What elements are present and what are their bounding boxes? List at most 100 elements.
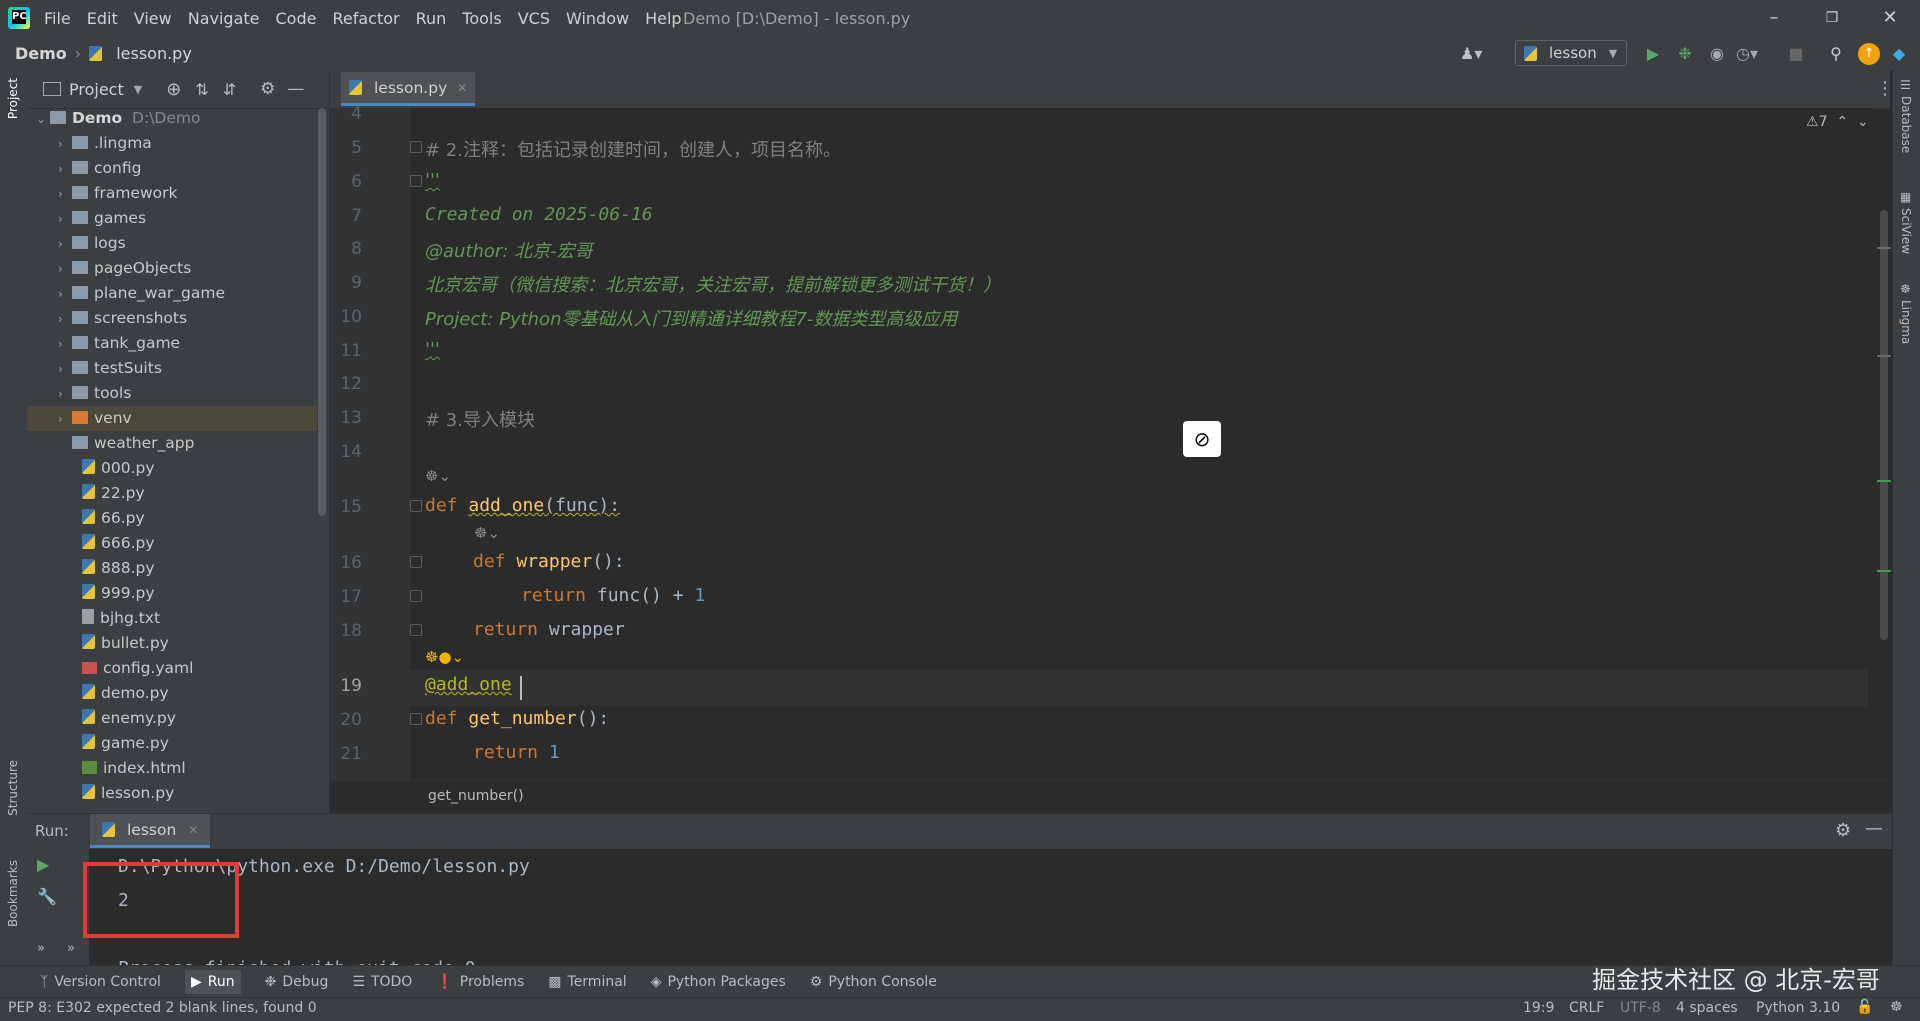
fold-marker[interactable] — [410, 624, 422, 636]
breadcrumb-project[interactable]: Demo — [15, 44, 67, 63]
side-tab-sciview[interactable]: SciView — [1899, 208, 1913, 254]
side-tab-lingma[interactable]: Lingma — [1899, 300, 1913, 344]
side-tab-project[interactable]: Project — [6, 78, 20, 119]
inspection-widget[interactable]: ⚠7 ⌃ ⌄ — [1806, 114, 1869, 130]
fold-marker[interactable] — [410, 590, 422, 602]
tree-file[interactable]: enemy.py — [82, 706, 176, 731]
tree-folder[interactable]: › logs — [58, 231, 126, 256]
editor-scrollbar[interactable] — [1880, 210, 1888, 640]
disable-icon[interactable]: ⊘ — [1183, 421, 1221, 457]
user-icon[interactable]: ♟▾ — [1460, 43, 1482, 65]
tree-folder[interactable]: › .lingma — [58, 131, 152, 156]
menu-help[interactable]: Help — [645, 9, 681, 28]
tree-file[interactable]: lesson.py — [82, 781, 174, 806]
tool-version-control[interactable]: ᛉ Version Control — [40, 974, 161, 990]
menu-view[interactable]: View — [134, 9, 172, 28]
lightbulb-icon[interactable]: ☸●⌄ — [425, 648, 464, 666]
tool-python-console[interactable]: ⚙ Python Console — [810, 974, 937, 990]
tree-file[interactable]: 000.py — [82, 456, 155, 481]
restore-icon[interactable]: ❐ — [1818, 6, 1846, 30]
gear-icon[interactable]: ⚙ — [260, 79, 275, 99]
coverage-icon[interactable]: ◉ — [1706, 43, 1728, 65]
expand-all-icon[interactable]: ⇅ — [195, 80, 208, 99]
fold-marker[interactable] — [410, 175, 422, 187]
menu-code[interactable]: Code — [276, 9, 317, 28]
chevron-down-icon[interactable]: ⌄ — [1857, 114, 1869, 130]
tree-folder[interactable]: › tank_game — [58, 331, 180, 356]
tree-folder-selected[interactable]: › venv — [27, 406, 317, 431]
tab-lesson-py[interactable]: lesson.py ✕ — [341, 72, 476, 106]
status-message[interactable]: PEP 8: E302 expected 2 blank lines, foun… — [8, 1000, 317, 1016]
tree-folder[interactable]: › pageObjects — [58, 256, 191, 281]
menu-file[interactable]: File — [44, 9, 71, 28]
breadcrumb-file[interactable]: lesson.py — [116, 44, 192, 63]
tree-file[interactable]: 22.py — [82, 481, 145, 506]
run-config-select[interactable]: lesson ▼ — [1515, 40, 1627, 66]
tree-folder[interactable]: › plane_war_game — [58, 281, 225, 306]
gear-icon[interactable]: ⚙ — [1835, 820, 1851, 841]
tree-file[interactable]: 999.py — [82, 581, 155, 606]
tree-file[interactable]: index.html — [82, 756, 186, 781]
status-interpreter[interactable]: Python 3.10 — [1756, 1000, 1840, 1016]
menu-window[interactable]: Window — [566, 9, 629, 28]
ai-hint-icon[interactable]: ☸⌄ — [425, 467, 451, 485]
collapse-all-icon[interactable]: ⇵ — [223, 80, 236, 99]
tree-folder[interactable]: › games — [58, 206, 146, 231]
menu-tools[interactable]: Tools — [462, 9, 501, 28]
rerun-icon[interactable]: ▶ — [37, 855, 49, 874]
status-encoding[interactable]: UTF-8 — [1620, 1000, 1661, 1016]
editor-breadcrumb[interactable]: get_number() — [428, 788, 524, 804]
side-tab-structure[interactable]: Structure — [6, 760, 20, 816]
tree-file[interactable]: demo.py — [82, 681, 169, 706]
hide-panel-icon[interactable]: — — [1865, 818, 1883, 839]
menu-vcs[interactable]: VCS — [518, 9, 550, 28]
profile-icon[interactable]: ◷▾ — [1736, 43, 1758, 65]
tree-file[interactable]: game.py — [82, 731, 169, 756]
side-tab-database[interactable]: Database — [1899, 96, 1913, 153]
tree-file[interactable]: config.yaml — [82, 656, 193, 681]
tool-python-packages[interactable]: ◈ Python Packages — [651, 974, 786, 990]
run-icon[interactable]: ▶ — [1642, 43, 1664, 65]
update-icon[interactable]: ↑ — [1858, 43, 1880, 65]
lock-icon[interactable]: 🔓 — [1856, 999, 1873, 1015]
tree-file[interactable]: 888.py — [82, 556, 155, 581]
tree-folder[interactable]: weather_app — [72, 431, 194, 456]
tool-problems[interactable]: ❗ Problems — [436, 974, 524, 990]
tree-folder[interactable]: › tools — [58, 381, 131, 406]
wrench-icon[interactable]: 🔧 — [37, 887, 57, 906]
locate-icon[interactable]: ⊕ — [166, 79, 181, 100]
close-tab-icon[interactable]: ✕ — [188, 823, 198, 837]
menu-edit[interactable]: Edit — [87, 9, 118, 28]
chevron-down-icon[interactable]: ▼ — [134, 83, 142, 96]
status-line-separator[interactable]: CRLF — [1569, 1000, 1604, 1016]
side-tab-bookmarks[interactable]: Bookmarks — [6, 860, 20, 927]
search-icon[interactable]: ⚲ — [1825, 43, 1847, 65]
minimize-icon[interactable]: – — [1760, 6, 1788, 30]
ai-hint-icon[interactable]: ☸⌄ — [474, 524, 500, 542]
tree-folder[interactable]: › testSuits — [58, 356, 162, 381]
fold-marker[interactable] — [410, 556, 422, 568]
tree-folder[interactable]: › framework — [58, 181, 177, 206]
tree-file[interactable]: bullet.py — [82, 631, 169, 656]
tree-file[interactable]: 666.py — [82, 531, 155, 556]
jetbrains-icon[interactable]: ◆ — [1888, 43, 1910, 65]
chevron-up-icon[interactable]: ⌃ — [1836, 114, 1848, 130]
tool-debug[interactable]: ❉ Debug — [265, 974, 329, 990]
status-position[interactable]: 19:9 — [1523, 1000, 1554, 1016]
tool-terminal[interactable]: ▩ Terminal — [548, 974, 626, 990]
debug-icon[interactable]: ❉ — [1674, 43, 1696, 65]
stop-icon[interactable]: ■ — [1785, 43, 1807, 65]
more-icon[interactable]: » — [37, 941, 45, 956]
more-icon[interactable]: » — [67, 941, 75, 956]
fold-marker[interactable] — [410, 500, 422, 512]
tree-file[interactable]: 66.py — [82, 506, 145, 531]
menu-run[interactable]: Run — [416, 9, 447, 28]
close-icon[interactable]: ✕ — [1876, 6, 1904, 30]
run-tab-lesson[interactable]: lesson ✕ — [90, 814, 211, 848]
tree-root[interactable]: ⌄ Demo D:\Demo — [36, 106, 200, 131]
status-indent[interactable]: 4 spaces — [1676, 1000, 1738, 1016]
tool-run[interactable]: ▶ Run — [184, 969, 241, 994]
fold-marker[interactable] — [410, 713, 422, 725]
tree-folder[interactable]: › screenshots — [58, 306, 187, 331]
tree-file[interactable]: bjhg.txt — [82, 606, 160, 631]
